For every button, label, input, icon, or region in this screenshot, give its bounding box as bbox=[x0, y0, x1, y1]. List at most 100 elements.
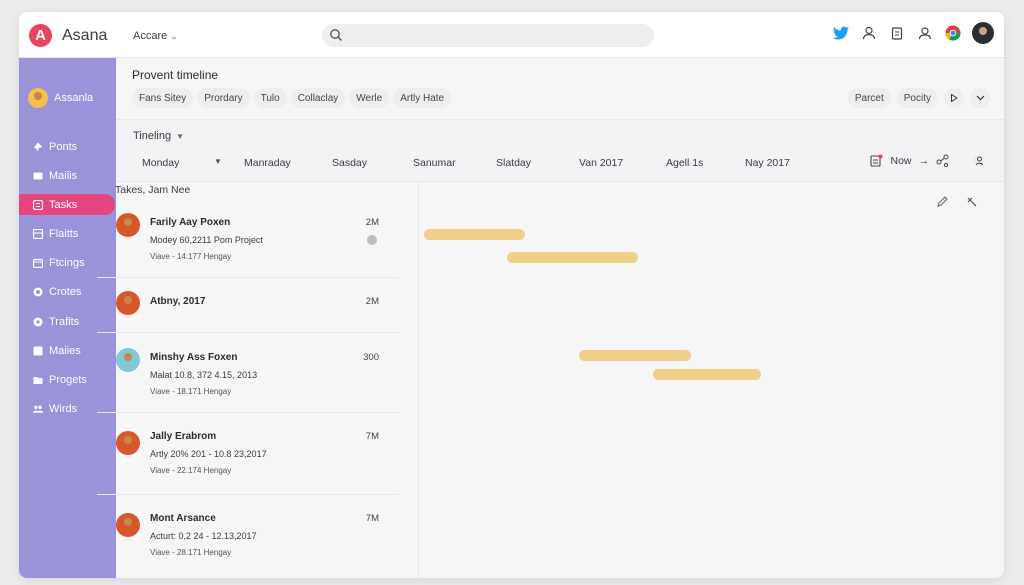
task-duration: 300 bbox=[363, 352, 379, 363]
status-dot bbox=[367, 235, 377, 245]
tasks-icon bbox=[33, 199, 43, 210]
board-icon bbox=[33, 229, 43, 240]
task-duration: 2M bbox=[365, 217, 379, 228]
tasks-caption: Takes, Jam Nee bbox=[115, 184, 191, 196]
avatar bbox=[116, 348, 140, 372]
chrome-icon[interactable] bbox=[944, 24, 962, 42]
avatar bbox=[116, 431, 140, 455]
sidebar-item-label: Maiies bbox=[49, 344, 81, 357]
chevron-down-icon: ⌄ bbox=[170, 31, 178, 41]
tab-werle[interactable]: Werle bbox=[349, 88, 390, 108]
grid-icon bbox=[33, 346, 43, 356]
pin-icon bbox=[33, 142, 43, 151]
sidebar-user-name: Assanla bbox=[54, 92, 94, 104]
clipboard-icon[interactable] bbox=[888, 24, 906, 42]
sidebar-item-label: Trafits bbox=[49, 315, 80, 328]
sidebar-item-label: Ftcings bbox=[49, 257, 85, 270]
tab-fans-sitey[interactable]: Fans Sitey bbox=[132, 88, 194, 108]
task-meta: Viave - 28.171 Hengay bbox=[150, 548, 232, 557]
task-name: Atbny, 2017 bbox=[150, 296, 206, 307]
top-icons bbox=[832, 22, 994, 44]
gantt-chart bbox=[419, 182, 1004, 578]
avatar bbox=[116, 291, 140, 315]
avatar bbox=[28, 88, 48, 108]
workspace-selector[interactable]: Accare ⌄ bbox=[133, 30, 178, 42]
task-detail: Modey 60,2211 Pom Project bbox=[150, 235, 263, 245]
list-item[interactable]: Mont Arsance Acturt: 0,2 24 - 12.13,2017… bbox=[97, 495, 399, 577]
chevron-down-icon[interactable]: ▼ bbox=[214, 157, 222, 166]
page-title: Provent timeline bbox=[132, 68, 219, 82]
chevron-down-icon bbox=[976, 95, 984, 101]
task-duration: 2M bbox=[365, 296, 379, 307]
list-item[interactable]: Atbny, 2017 2M bbox=[97, 278, 399, 333]
gantt-bar[interactable] bbox=[507, 252, 638, 263]
sidebar-item-label: Wirds bbox=[49, 403, 78, 416]
people-icon[interactable] bbox=[916, 24, 934, 42]
date-label: Van 2017 bbox=[579, 157, 624, 169]
task-meta: Viave - 18.171 Hengay bbox=[150, 387, 232, 396]
task-detail: Malat 10.8, 372 4.15, 2013 bbox=[150, 370, 258, 380]
gantt-bar[interactable] bbox=[579, 350, 691, 361]
twitter-icon[interactable] bbox=[832, 24, 850, 42]
asana-logo[interactable]: A bbox=[29, 24, 52, 47]
task-duration: 7M bbox=[365, 513, 379, 524]
calendar-icon bbox=[33, 259, 43, 269]
workspace-label: Accare bbox=[133, 30, 168, 42]
gantt-bar[interactable] bbox=[424, 229, 525, 240]
sidebar-item-mailis[interactable]: Mailis bbox=[19, 165, 116, 186]
play-button[interactable] bbox=[944, 88, 964, 108]
play-icon bbox=[951, 94, 958, 102]
date-label: Manraday bbox=[244, 157, 291, 169]
avatar bbox=[116, 213, 140, 237]
arrow-right-icon: → bbox=[918, 154, 930, 167]
avatar bbox=[116, 513, 140, 537]
task-name: Jally Erabrom bbox=[150, 431, 217, 442]
date-label: Sanumar bbox=[413, 157, 456, 169]
gantt-bar[interactable] bbox=[653, 369, 761, 380]
mail-icon bbox=[33, 172, 43, 180]
list-item[interactable]: Farily Aay Poxen Modey 60,2211 Pom Proje… bbox=[97, 206, 399, 278]
timeline-label: Tineling bbox=[133, 130, 172, 142]
app-name: Asana bbox=[62, 27, 108, 44]
tab-prordary[interactable]: Prordary bbox=[197, 88, 250, 108]
project-header: Provent timeline Fans Sitey Prordary Tul… bbox=[116, 58, 1004, 120]
task-meta: Viave - 22.174 Hengay bbox=[150, 466, 232, 475]
list-item[interactable]: Minshy Ass Foxen Malat 10.8, 372 4.15, 2… bbox=[97, 333, 399, 413]
user-icon[interactable] bbox=[860, 24, 878, 42]
parcet-button[interactable]: Parcet bbox=[847, 88, 891, 108]
profile-avatar[interactable] bbox=[972, 22, 994, 44]
search-input[interactable] bbox=[322, 24, 654, 47]
task-name: Minshy Ass Foxen bbox=[150, 352, 238, 363]
pocity-button[interactable]: Pocity bbox=[896, 88, 938, 108]
share-icon[interactable] bbox=[936, 154, 949, 167]
sidebar-item-label: Tasks bbox=[49, 198, 78, 211]
header-actions: Parcet Pocity bbox=[847, 88, 990, 108]
timeline-controls: Now → bbox=[870, 154, 986, 167]
sidebar-item-label: Progets bbox=[49, 374, 87, 386]
sidebar-item-ponts[interactable]: Ponts bbox=[19, 136, 116, 157]
date-label: Monday bbox=[142, 157, 180, 169]
search-icon bbox=[329, 28, 343, 47]
tab-tulo[interactable]: Tulo bbox=[253, 88, 287, 108]
timeline-dropdown[interactable]: Tineling ▼ bbox=[133, 130, 184, 142]
timeline-header: Tineling ▼ Monday ▼ Manraday Sasday Sanum… bbox=[116, 120, 1004, 182]
sidebar-item-label: Ponts bbox=[49, 140, 78, 153]
project-tabs: Fans Sitey Prordary Tulo Collaclay Werle… bbox=[132, 88, 452, 108]
list-item[interactable]: Jally Erabrom Artly 20% 201 - 10.8 23,20… bbox=[97, 413, 399, 495]
circle-icon bbox=[33, 287, 43, 297]
task-name: Farily Aay Poxen bbox=[150, 217, 231, 228]
more-button[interactable] bbox=[970, 88, 990, 108]
tab-artly-hate[interactable]: Artly Hate bbox=[393, 88, 452, 108]
now-label[interactable]: Now bbox=[890, 155, 911, 167]
user-settings-icon[interactable] bbox=[973, 154, 986, 167]
task-detail: Acturt: 0,2 24 - 12.13,2017 bbox=[150, 531, 257, 541]
sidebar-user[interactable]: Assanla bbox=[28, 88, 93, 108]
date-label: Sasday bbox=[332, 157, 368, 169]
tab-collaclay[interactable]: Collaclay bbox=[290, 88, 346, 108]
date-label: Nay 2017 bbox=[745, 157, 790, 169]
chevron-down-icon: ▼ bbox=[176, 132, 185, 141]
calendar-alert-icon[interactable] bbox=[870, 154, 883, 167]
task-name: Mont Arsance bbox=[150, 513, 216, 524]
task-duration: 7M bbox=[365, 431, 379, 442]
date-label: Agell 1s bbox=[666, 157, 704, 169]
